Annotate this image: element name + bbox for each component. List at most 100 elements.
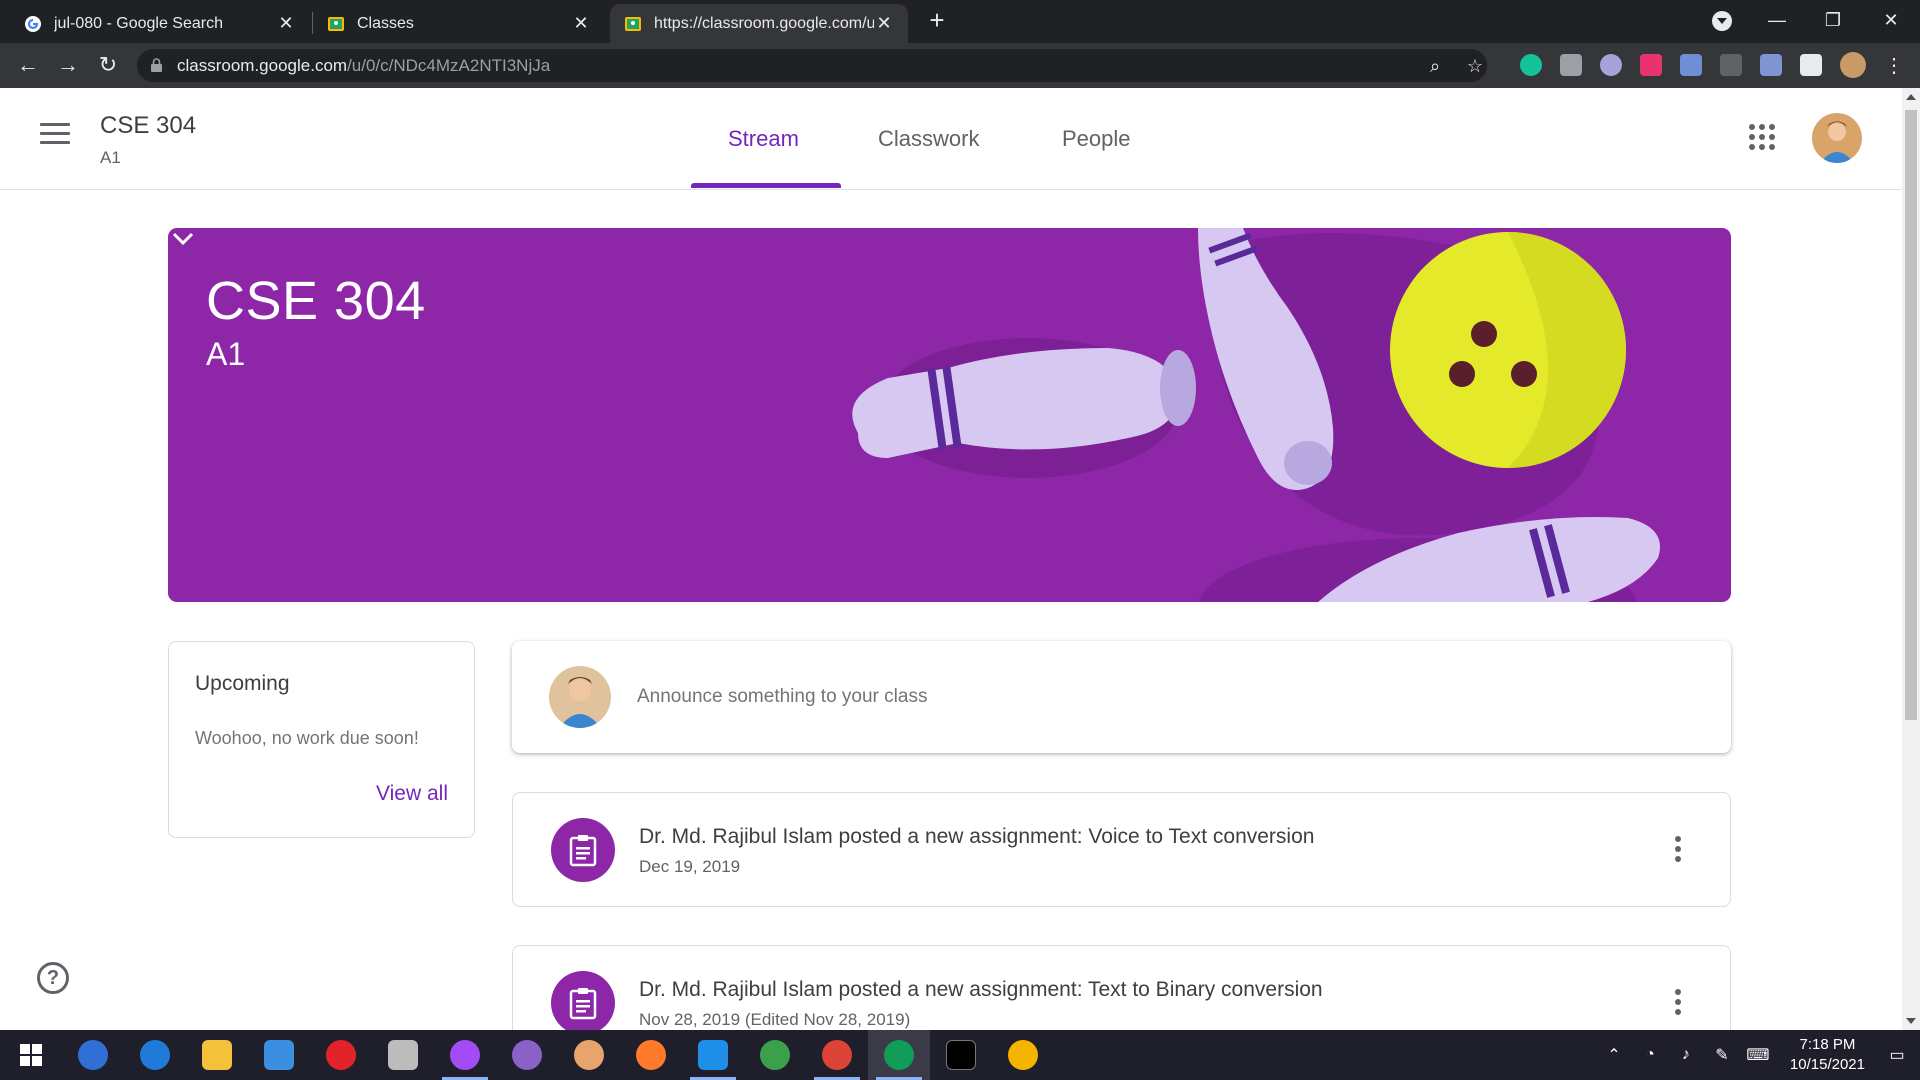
taskbar-app-paint[interactable]	[558, 1030, 620, 1080]
avatar	[549, 666, 611, 728]
announce-box[interactable]: Announce something to your class	[512, 641, 1731, 753]
tab-search-icon[interactable]	[1712, 11, 1732, 31]
close-window-icon[interactable]: ✕	[1868, 0, 1914, 40]
opera-icon	[326, 1040, 356, 1070]
taskbar-app-chrome-alt[interactable]	[992, 1030, 1054, 1080]
taskbar-app-github[interactable]	[496, 1030, 558, 1080]
taskbar-app-vscode[interactable]	[682, 1030, 744, 1080]
firefox-icon	[636, 1040, 666, 1070]
view-all-link[interactable]: View all	[376, 782, 448, 806]
volume-icon[interactable]: ♪	[1675, 1044, 1697, 1066]
assignment-icon	[551, 818, 615, 882]
scroll-down-icon[interactable]	[1906, 1018, 1916, 1024]
announce-placeholder[interactable]: Announce something to your class	[637, 686, 927, 708]
taskbar-app-chrome-active[interactable]	[868, 1030, 930, 1080]
minimize-icon[interactable]: —	[1754, 0, 1800, 40]
forward-icon[interactable]: →	[54, 51, 82, 79]
network-icon[interactable]: ◔	[1639, 1044, 1661, 1066]
new-tab-button[interactable]: +	[924, 7, 950, 34]
taskbar-app-messenger[interactable]	[434, 1030, 496, 1080]
url-path: /u/0/c/NDc4MzA2NTI3NjJa	[347, 56, 551, 75]
chrome-icon	[884, 1040, 914, 1070]
folder-icon	[202, 1040, 232, 1070]
tab-close-icon[interactable]: ✕	[874, 13, 894, 34]
tab-title: Classes	[357, 14, 414, 32]
browser-tab-strip: jul-080 - Google Search ✕ Classes ✕ http…	[0, 0, 1920, 43]
banner-class-title[interactable]: CSE 304	[206, 270, 426, 332]
address-bar[interactable]: classroom.google.com/u/0/c/NDc4MzA2NTI3N…	[137, 49, 1487, 82]
url-text[interactable]: classroom.google.com/u/0/c/NDc4MzA2NTI3N…	[177, 56, 550, 76]
vscode-icon	[698, 1040, 728, 1070]
profile-avatar[interactable]	[1840, 52, 1866, 78]
taskbar-app-edge[interactable]	[124, 1030, 186, 1080]
zoom-icon[interactable]: ⌕	[1424, 55, 1446, 77]
extensions-puzzle-icon[interactable]	[1800, 54, 1822, 76]
mail-icon	[264, 1040, 294, 1070]
messenger-icon	[450, 1040, 480, 1070]
camera-extension-icon[interactable]	[1560, 54, 1582, 76]
taskbar-app-opera[interactable]	[310, 1030, 372, 1080]
tab-close-icon[interactable]: ✕	[276, 13, 296, 34]
browser-tab-classroom-active[interactable]: https://classroom.google.com/u/ ✕	[610, 4, 908, 43]
clock[interactable]: 7:18 PM 10/15/2021	[1790, 1035, 1865, 1075]
extension-icon[interactable]	[1600, 54, 1622, 76]
taskbar-app-inkscape[interactable]	[372, 1030, 434, 1080]
post-title[interactable]: Dr. Md. Rajibul Islam posted a new assig…	[639, 978, 1323, 1002]
restore-icon[interactable]: ❐	[1810, 0, 1856, 40]
notifications-icon[interactable]: ▭	[1886, 1044, 1908, 1066]
pen-extension-icon[interactable]	[1760, 54, 1782, 76]
back-icon[interactable]: ←	[14, 51, 42, 79]
start-button[interactable]	[0, 1030, 62, 1080]
bookmark-star-icon[interactable]: ☆	[1464, 55, 1486, 77]
tab-close-icon[interactable]: ✕	[571, 13, 591, 34]
globe-icon	[760, 1040, 790, 1070]
google-apps-icon[interactable]	[1749, 124, 1775, 150]
scroll-up-icon[interactable]	[1906, 94, 1916, 100]
browser-tab-classes[interactable]: Classes ✕	[313, 4, 605, 43]
active-tab-indicator	[691, 183, 841, 188]
page-scrollbar[interactable]	[1902, 88, 1920, 1030]
class-title[interactable]: CSE 304	[100, 112, 196, 140]
reload-icon[interactable]: ↻	[94, 51, 122, 79]
scrollbar-thumb[interactable]	[1905, 110, 1917, 720]
paint-icon	[574, 1040, 604, 1070]
help-icon[interactable]: ?	[37, 962, 69, 994]
more-options-icon[interactable]	[1673, 836, 1683, 864]
url-host: classroom.google.com	[177, 56, 348, 75]
taskbar-app-chrome[interactable]	[806, 1030, 868, 1080]
github-icon	[512, 1040, 542, 1070]
keyboard-icon[interactable]: ⌨	[1746, 1044, 1769, 1066]
stream-post[interactable]: Dr. Md. Rajibul Islam posted a new assig…	[512, 792, 1731, 907]
post-title[interactable]: Dr. Md. Rajibul Islam posted a new assig…	[639, 825, 1314, 849]
chevron-up-icon[interactable]: ⌃	[1603, 1044, 1625, 1066]
taskbar-app-firefox[interactable]	[620, 1030, 682, 1080]
classroom-icon	[328, 16, 344, 31]
taskbar-app-mail[interactable]	[248, 1030, 310, 1080]
chrome-icon	[822, 1040, 852, 1070]
grammarly-extension-icon[interactable]	[1520, 54, 1542, 76]
main-menu-icon[interactable]	[40, 123, 70, 145]
taskbar-app-qb[interactable]	[62, 1030, 124, 1080]
chevron-down-icon[interactable]	[168, 228, 198, 250]
taskbar-app-explorer[interactable]	[186, 1030, 248, 1080]
upcoming-card: Upcoming Woohoo, no work due soon! View …	[168, 641, 475, 838]
banner-class-section: A1	[206, 336, 246, 372]
tab-title: https://classroom.google.com/u/	[654, 14, 874, 32]
pen-icon[interactable]: ✎	[1711, 1044, 1733, 1066]
more-options-icon[interactable]	[1673, 989, 1683, 1017]
account-avatar[interactable]	[1812, 113, 1862, 163]
screen-extension-icon[interactable]	[1720, 54, 1742, 76]
tab-people[interactable]: People	[1062, 126, 1131, 152]
edge-icon	[140, 1040, 170, 1070]
classroom-icon	[625, 16, 641, 31]
upcoming-empty-message: Woohoo, no work due soon!	[195, 728, 419, 748]
browser-menu-icon[interactable]: ⋮	[1880, 51, 1908, 79]
tab-stream[interactable]: Stream	[728, 126, 799, 152]
taskbar-app-terminal[interactable]	[930, 1030, 992, 1080]
taskbar-app-globe[interactable]	[744, 1030, 806, 1080]
play-extension-icon[interactable]	[1640, 54, 1662, 76]
terminal-icon	[946, 1040, 976, 1070]
browser-tab-google-search[interactable]: jul-080 - Google Search ✕	[10, 4, 310, 43]
download-extension-icon[interactable]	[1680, 54, 1702, 76]
tab-classwork[interactable]: Classwork	[878, 126, 979, 152]
